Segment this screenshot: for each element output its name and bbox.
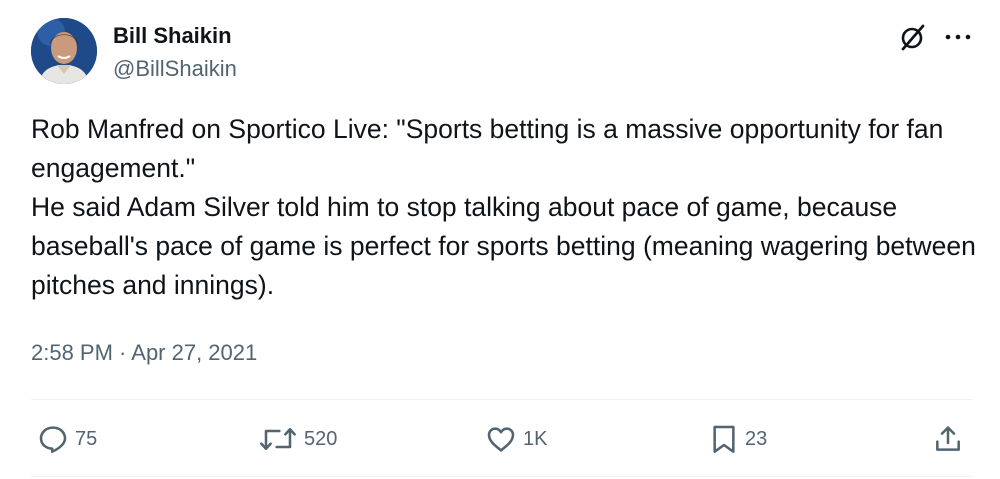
reply-icon bbox=[39, 426, 67, 453]
like-button[interactable]: 1K bbox=[485, 422, 547, 456]
retweet-button[interactable]: 520 bbox=[258, 422, 337, 456]
grok-icon[interactable] bbox=[898, 22, 928, 52]
retweet-icon bbox=[260, 428, 296, 450]
avatar[interactable] bbox=[31, 18, 97, 84]
share-button[interactable] bbox=[932, 422, 964, 456]
divider bbox=[31, 399, 973, 400]
author-name[interactable]: Bill Shaikin bbox=[113, 23, 232, 49]
tweet-paragraph: He said Adam Silver told him to stop tal… bbox=[31, 192, 976, 300]
tweet-paragraph: Rob Manfred on Sportico Live: "Sports be… bbox=[31, 114, 944, 183]
like-count: 1K bbox=[523, 427, 548, 450]
more-icon[interactable] bbox=[943, 24, 973, 50]
tweet-text: Rob Manfred on Sportico Live: "Sports be… bbox=[31, 110, 981, 305]
reply-button[interactable]: 75 bbox=[37, 422, 97, 456]
author-handle[interactable]: @BillShaikin bbox=[113, 56, 237, 82]
reply-count: 75 bbox=[75, 427, 98, 450]
bookmark-icon bbox=[713, 425, 735, 453]
tweet-card: Bill Shaikin @BillShaikin Rob Manfred on… bbox=[0, 0, 1000, 479]
share-icon bbox=[936, 426, 960, 451]
bookmark-count: 23 bbox=[745, 427, 768, 450]
retweet-count: 520 bbox=[304, 427, 338, 450]
heart-icon bbox=[487, 427, 515, 452]
divider bbox=[31, 476, 973, 477]
bookmark-button[interactable]: 23 bbox=[709, 422, 767, 456]
tweet-timestamp[interactable]: 2:58 PM · Apr 27, 2021 bbox=[31, 339, 257, 367]
